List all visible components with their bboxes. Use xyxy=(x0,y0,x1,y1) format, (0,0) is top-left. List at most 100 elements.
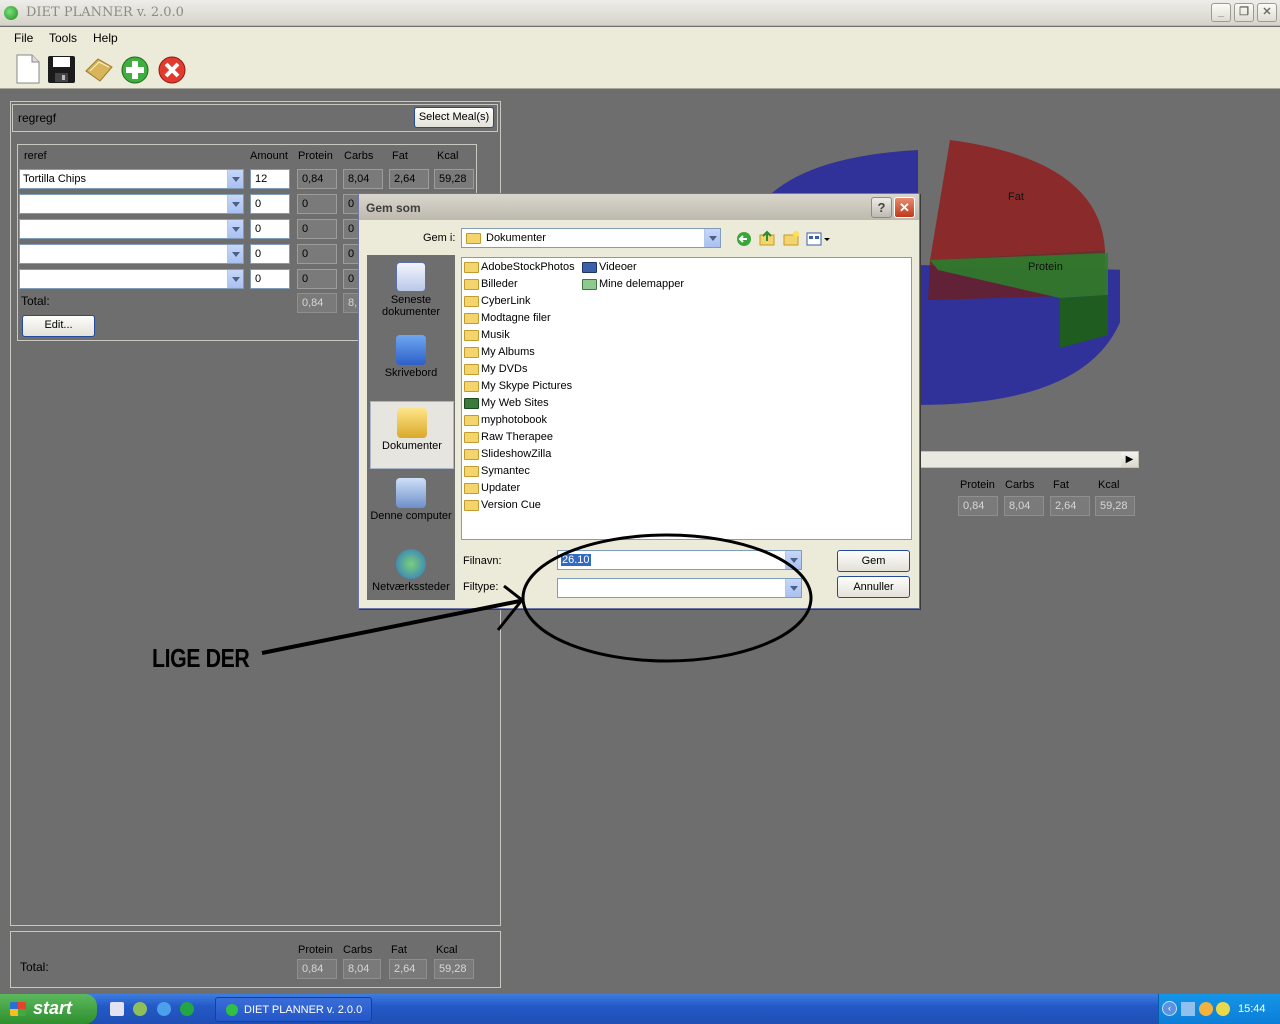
chevron-down-icon[interactable] xyxy=(227,170,243,188)
quicklaunch-dietplanner-icon[interactable] xyxy=(180,1002,194,1016)
menu-file[interactable]: File xyxy=(14,31,33,45)
chevron-down-icon[interactable] xyxy=(227,195,243,213)
food-select[interactable] xyxy=(19,219,244,239)
total-protein: 0,84 xyxy=(297,293,337,313)
place-label: Netværkssteder xyxy=(372,581,450,593)
open-icon[interactable] xyxy=(84,57,114,83)
toolbar xyxy=(0,47,1280,89)
edit-button[interactable]: Edit... xyxy=(22,315,95,337)
scroll-right-icon[interactable]: ▶ xyxy=(1121,452,1138,467)
list-item[interactable]: Modtagne filer xyxy=(462,310,551,327)
list-item[interactable]: Mine delemapper xyxy=(580,276,684,293)
quicklaunch-ie-icon[interactable] xyxy=(157,1002,171,1016)
filetype-select[interactable] xyxy=(557,578,802,598)
minimize-button[interactable]: _ xyxy=(1211,3,1231,22)
save-in-label: Gem i: xyxy=(423,232,456,244)
add-icon[interactable] xyxy=(120,55,150,85)
list-item-label: CyberLink xyxy=(481,295,531,307)
food-select[interactable] xyxy=(19,194,244,214)
list-item-label: My Skype Pictures xyxy=(481,380,573,392)
meal-name: regregf xyxy=(18,111,57,125)
chevron-down-icon[interactable] xyxy=(704,229,720,247)
maximize-button[interactable]: ❐ xyxy=(1234,3,1254,22)
list-item[interactable]: CyberLink xyxy=(462,293,531,310)
view-menu-icon[interactable] xyxy=(806,232,830,246)
place-computer[interactable]: Denne computer xyxy=(369,478,453,522)
chevron-down-icon[interactable] xyxy=(785,579,801,597)
list-item[interactable]: Raw Therapee xyxy=(462,429,553,446)
amount-input[interactable]: 12 xyxy=(250,169,290,189)
food-select[interactable]: Tortilla Chips xyxy=(19,169,244,189)
taskbar-item-label: DIET PLANNER v. 2.0.0 xyxy=(244,1004,363,1016)
help-icon[interactable]: ? xyxy=(871,197,892,218)
amount-input[interactable]: 0 xyxy=(250,219,290,239)
food-select[interactable] xyxy=(19,244,244,264)
tray-app-icon[interactable] xyxy=(1216,1002,1230,1016)
place-documents[interactable]: Dokumenter xyxy=(370,401,454,469)
back-icon[interactable] xyxy=(737,232,751,246)
tray-network-icon[interactable] xyxy=(1181,1002,1195,1016)
quicklaunch-app-icon[interactable] xyxy=(110,1002,124,1016)
start-button[interactable]: start xyxy=(0,994,97,1024)
list-item[interactable]: My Web Sites xyxy=(462,395,549,412)
chevron-down-icon[interactable] xyxy=(227,245,243,263)
list-item[interactable]: Symantec xyxy=(462,463,530,480)
new-file-icon[interactable] xyxy=(14,54,42,84)
tray-security-icon[interactable] xyxy=(1199,1002,1213,1016)
right-carbs: 8,04 xyxy=(1004,496,1044,516)
right-col-fat: Fat xyxy=(1053,479,1069,491)
protein-value: 0,84 xyxy=(297,169,337,189)
folder-icon xyxy=(464,279,479,290)
network-icon xyxy=(396,549,426,579)
save-button[interactable]: Gem xyxy=(837,550,910,572)
taskbar-item-dietplanner[interactable]: DIET PLANNER v. 2.0.0 xyxy=(215,997,372,1022)
list-item-label: My Web Sites xyxy=(481,397,549,409)
save-in-select[interactable]: Dokumenter xyxy=(461,228,721,248)
chevron-down-icon[interactable] xyxy=(785,551,801,569)
label-fat: Fat xyxy=(1008,191,1024,203)
amount-input[interactable]: 0 xyxy=(250,244,290,264)
list-item[interactable]: My Skype Pictures xyxy=(462,378,572,395)
fat-value: 2,64 xyxy=(389,169,429,189)
carbs-value: 8,04 xyxy=(343,169,383,189)
close-button[interactable]: ✕ xyxy=(1257,3,1277,22)
quicklaunch-messenger-icon[interactable] xyxy=(133,1002,147,1016)
dialog-close-icon[interactable]: ✕ xyxy=(894,197,915,218)
total-label: Total: xyxy=(21,294,50,308)
list-item[interactable]: AdobeStockPhotos xyxy=(462,259,575,276)
list-item[interactable]: My Albums xyxy=(462,344,535,361)
list-item-label: myphotobook xyxy=(481,414,548,426)
save-icon[interactable] xyxy=(47,55,77,84)
totals-protein: 0,84 xyxy=(297,959,337,979)
food-select[interactable] xyxy=(19,269,244,289)
select-meals-button[interactable]: Select Meal(s) xyxy=(414,107,494,128)
place-recent[interactable]: Seneste dokumenter xyxy=(369,262,453,318)
menu-tools[interactable]: Tools xyxy=(49,31,77,45)
filename-input[interactable]: 26.10 xyxy=(557,550,802,570)
list-item[interactable]: myphotobook xyxy=(462,412,547,429)
list-item[interactable]: SlideshowZilla xyxy=(462,446,551,463)
list-item[interactable]: Videoer xyxy=(580,259,637,276)
amount-input[interactable]: 0 xyxy=(250,194,290,214)
tray-expand-icon[interactable]: ‹ xyxy=(1162,1001,1177,1016)
menu-help[interactable]: Help xyxy=(93,31,118,45)
cancel-button[interactable]: Annuller xyxy=(837,576,910,598)
place-network[interactable]: Netværkssteder xyxy=(369,549,453,593)
video-folder-icon xyxy=(582,262,597,273)
chevron-down-icon[interactable] xyxy=(227,220,243,238)
chevron-down-icon[interactable] xyxy=(227,270,243,288)
amount-input[interactable]: 0 xyxy=(250,269,290,289)
list-item[interactable]: Updater xyxy=(462,480,520,497)
place-desktop[interactable]: Skrivebord xyxy=(369,335,453,379)
horizontal-scrollbar[interactable] xyxy=(920,451,1139,468)
minimize-icon: _ xyxy=(1217,6,1225,18)
list-item[interactable]: My DVDs xyxy=(462,361,527,378)
list-item[interactable]: Musik xyxy=(462,327,510,344)
new-folder-icon[interactable] xyxy=(783,231,799,246)
list-item[interactable]: Billeder xyxy=(462,276,518,293)
up-folder-icon[interactable] xyxy=(759,230,775,246)
list-item-label: Musik xyxy=(481,329,510,341)
delete-icon[interactable] xyxy=(157,55,187,85)
list-item[interactable]: Version Cue xyxy=(462,497,541,514)
totals-label: Total: xyxy=(20,960,49,974)
